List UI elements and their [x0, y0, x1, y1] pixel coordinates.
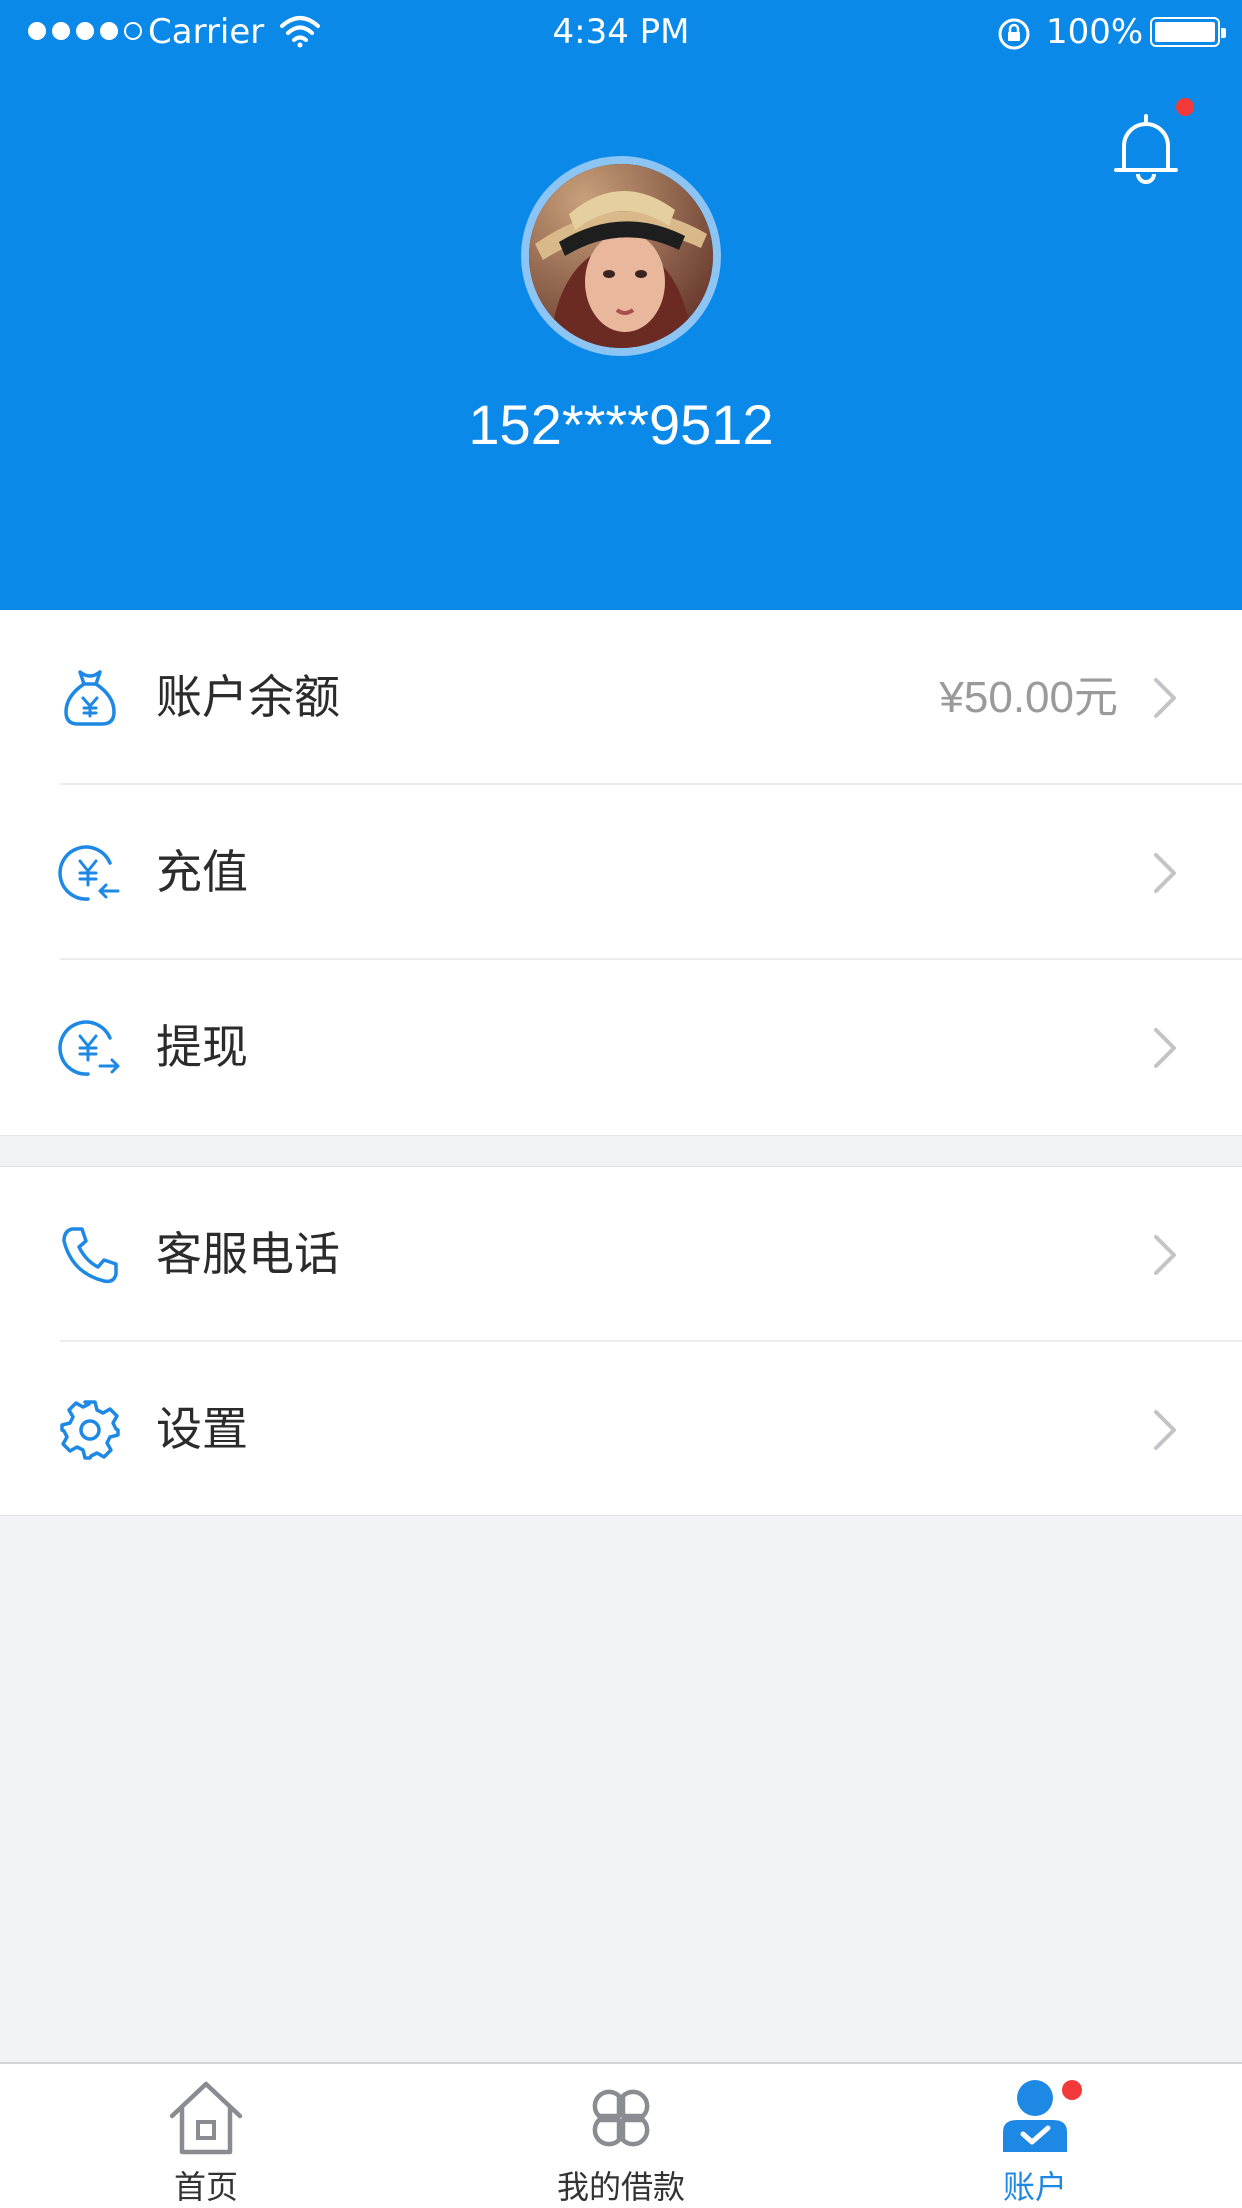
- battery-percentage: 100%: [1046, 12, 1144, 52]
- menu-row-withdraw[interactable]: 提现: [0, 960, 1242, 1135]
- chevron-right-icon: [1154, 678, 1176, 718]
- profile-header: Carrier 4:34 PM 100% 152****9512: [0, 0, 1242, 610]
- menu-label: 提现: [156, 1020, 248, 1074]
- user-phone-number: 152****9512: [468, 393, 774, 456]
- tab-label: 首页: [173, 2168, 238, 2206]
- rotation-lock-icon: [998, 18, 1030, 50]
- service-menu-group: 客服电话 设置: [0, 1166, 1242, 1516]
- home-icon: [169, 2081, 243, 2155]
- clover-grid-icon: [592, 2089, 650, 2147]
- chevron-right-icon: [1154, 853, 1176, 893]
- status-bar: Carrier 4:34 PM 100%: [0, 0, 1242, 64]
- chevron-right-icon: [1154, 1028, 1176, 1068]
- notification-bell-icon[interactable]: [1110, 112, 1182, 188]
- chevron-right-icon: [1154, 1410, 1176, 1450]
- withdraw-yuan-icon: [58, 1020, 120, 1076]
- notification-badge: [1176, 98, 1194, 116]
- menu-row-balance[interactable]: 账户余额 ¥50.00元: [0, 610, 1242, 785]
- tab-label: 我的借款: [556, 2168, 685, 2206]
- account-screen: Carrier 4:34 PM 100% 152****9512 账户余额 ¥5…: [0, 0, 1242, 2208]
- money-bag-icon: [64, 670, 116, 726]
- chevron-right-icon: [1154, 1235, 1176, 1275]
- menu-label: 账户余额: [156, 670, 340, 724]
- wallet-menu-group: 账户余额 ¥50.00元 充值 提现: [0, 610, 1242, 1136]
- menu-row-settings[interactable]: 设置: [0, 1342, 1242, 1517]
- tab-label: 账户: [1002, 2168, 1067, 2206]
- menu-label: 充值: [156, 845, 248, 899]
- menu-label: 客服电话: [156, 1227, 340, 1281]
- menu-row-customer-service[interactable]: 客服电话: [0, 1167, 1242, 1342]
- tab-account[interactable]: 账户: [885, 2064, 1185, 2208]
- balance-value: ¥50.00元: [939, 673, 1118, 722]
- tab-home[interactable]: 首页: [56, 2064, 356, 2208]
- battery-icon: [1150, 17, 1226, 47]
- avatar[interactable]: [521, 156, 721, 356]
- menu-label: 设置: [156, 1402, 248, 1456]
- phone-icon: [62, 1227, 118, 1284]
- tab-my-loans[interactable]: 我的借款: [471, 2064, 771, 2208]
- account-tab-badge: [1062, 2080, 1082, 2100]
- gear-icon: [60, 1400, 120, 1460]
- bottom-tab-bar: 首页 我的借款 账户: [0, 2062, 1242, 2208]
- menu-row-recharge[interactable]: 充值: [0, 785, 1242, 960]
- recharge-yuan-icon: [58, 845, 120, 901]
